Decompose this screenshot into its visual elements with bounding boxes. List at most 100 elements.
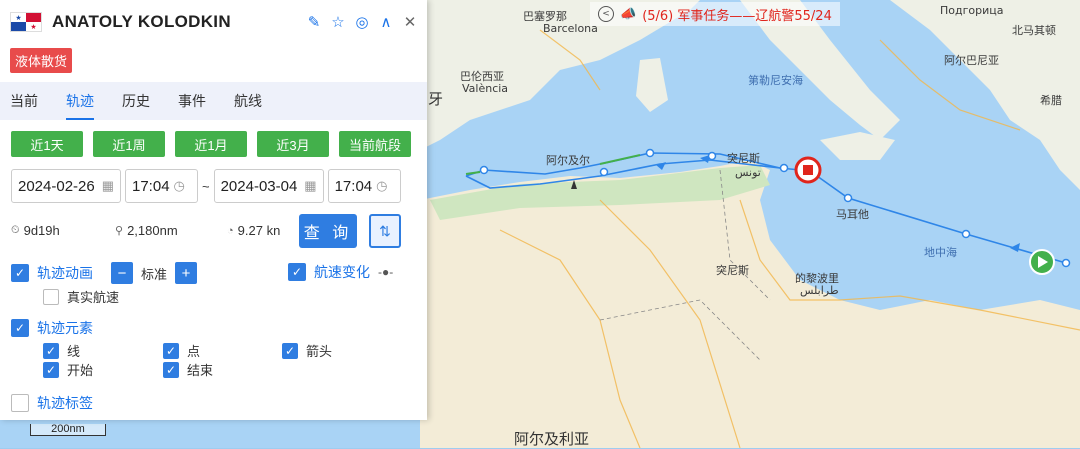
map-label-mediterranean: 地中海: [924, 246, 957, 259]
track-elements-checkbox[interactable]: ✓: [11, 319, 29, 337]
current-leg-button[interactable]: 当前航段: [339, 131, 411, 157]
real-speed-label: 真实航速: [67, 290, 120, 305]
element-arrow-label: 箭头: [306, 344, 333, 359]
track-end-marker: [794, 156, 822, 184]
collapse-icon[interactable]: ∧: [379, 13, 393, 31]
element-start-row: ✓ 开始: [43, 360, 93, 379]
element-end-row: ✓ 结束: [163, 360, 213, 379]
calendar-icon: ▦: [101, 178, 114, 193]
panama-flag-icon: ★ ★: [10, 12, 42, 32]
clock-icon: ◷: [376, 178, 388, 193]
element-end-checkbox[interactable]: ✓: [163, 361, 179, 378]
vessel-panel: ★ ★ ANATOLY KOLODKIN ✎ ☆ ◎ ∧ ✕ 液体散货 当前 轨迹…: [0, 0, 427, 420]
map-label-tunis: 突尼斯: [727, 152, 760, 165]
start-time-input[interactable]: 17:04 ◷: [125, 169, 198, 203]
map-label-tripoli-ar: طرابلس: [800, 284, 839, 297]
element-line-label: 线: [67, 344, 81, 359]
element-arrow-row: ✓ 箭头: [282, 341, 332, 360]
range-3-month-button[interactable]: 近3月: [257, 131, 329, 157]
tab-route[interactable]: 航线: [234, 82, 262, 120]
clock-icon: ◷: [173, 178, 185, 193]
map-label-greece: 希腊: [1040, 94, 1062, 107]
range-1-week-button[interactable]: 近1周: [93, 131, 165, 157]
speed-change-checkbox[interactable]: ✓: [288, 263, 306, 281]
element-line-checkbox[interactable]: ✓: [43, 342, 59, 359]
map-label-podgorica: Подгорица: [940, 4, 1004, 17]
start-time-value: 17:04: [132, 177, 170, 195]
end-date-value: 2024-03-04: [220, 177, 298, 195]
avg-speed-value: 9.27 kn: [237, 223, 281, 238]
speed-change-label: 航速变化: [314, 264, 370, 280]
track-animation-checkbox[interactable]: ✓: [11, 264, 29, 282]
cargo-type-badge: 液体散货: [10, 48, 73, 73]
map-scale-bar: 200nm: [30, 424, 106, 436]
speed-mode-value: 标准: [141, 266, 168, 282]
track-start-marker: [1029, 249, 1055, 275]
map-label-albania: 阿尔巴尼亚: [944, 54, 999, 67]
date-separator: ~: [202, 178, 210, 194]
track-elements-row: ✓ 轨迹元素: [11, 318, 93, 338]
track-stats: ⏲ 9d19h ⚲ 2,180nm ◔ 9.27 kn: [11, 223, 280, 238]
panel-tabs: 当前 轨迹 历史 事件 航线: [0, 82, 427, 120]
track-labels-label: 轨迹标签: [37, 395, 93, 411]
element-start-label: 开始: [67, 363, 94, 378]
element-point-label: 点: [187, 344, 201, 359]
map-label-algiers: 阿尔及尔: [546, 154, 590, 167]
route-planning-icon[interactable]: ⇅: [369, 214, 401, 248]
track-elements-label: 轨迹元素: [37, 320, 93, 336]
edit-icon[interactable]: ✎: [307, 13, 321, 31]
star-icon[interactable]: ☆: [331, 13, 345, 31]
element-end-label: 结束: [187, 363, 214, 378]
close-icon[interactable]: ✕: [403, 13, 417, 31]
duration-value: 9d19h: [23, 223, 60, 238]
element-point-row: ✓ 点: [163, 341, 200, 360]
megaphone-icon: 📣: [620, 6, 637, 22]
track-labels-checkbox[interactable]: [11, 394, 29, 412]
notice-text[interactable]: (5/6) 军事任务——辽航警55/24: [642, 5, 832, 24]
tab-track[interactable]: 轨迹: [66, 82, 94, 120]
map-label-algeria: 阿尔及利亚: [514, 430, 590, 448]
map-label-tyrrhenian: 第勒尼安海: [748, 74, 803, 87]
element-start-checkbox[interactable]: ✓: [43, 361, 59, 378]
notice-banner[interactable]: < 📣 (5/6) 军事任务——辽航警55/24: [590, 2, 840, 26]
speed-decrease-button[interactable]: −: [111, 262, 133, 284]
tab-events[interactable]: 事件: [178, 82, 206, 120]
range-1-month-button[interactable]: 近1月: [175, 131, 247, 157]
locate-icon[interactable]: ◎: [355, 13, 369, 31]
timer-icon: ⏲: [11, 224, 20, 236]
start-date-input[interactable]: 2024-02-26 ▦: [11, 169, 121, 203]
map-label-tunis-ar: تونس: [735, 166, 761, 179]
end-time-value: 17:04: [334, 177, 373, 195]
map-label-spain-fragment: 牙: [428, 90, 444, 108]
range-1-day-button[interactable]: 近1天: [11, 131, 83, 157]
map-label-tunisia: 突尼斯: [716, 264, 749, 277]
speed-increase-button[interactable]: +: [175, 262, 198, 284]
map-label-malta: 马耳他: [836, 208, 869, 221]
real-speed-row: 真实航速: [43, 287, 119, 306]
quick-range-buttons: 近1天 近1周 近1月 近3月 当前航段: [11, 131, 411, 157]
element-arrow-checkbox[interactable]: ✓: [282, 342, 298, 359]
end-date-input[interactable]: 2024-03-04 ▦: [213, 169, 324, 203]
speedometer-icon: ◔: [227, 224, 234, 237]
end-time-input[interactable]: 17:04 ◷: [327, 169, 401, 203]
distance-value: 2,180nm: [127, 223, 178, 238]
track-animation-row: ✓ 轨迹动画 − 标准 +: [11, 262, 198, 284]
prev-notice-icon[interactable]: <: [598, 6, 614, 22]
real-speed-checkbox[interactable]: [43, 288, 59, 305]
element-line-row: ✓ 线: [43, 341, 80, 360]
calendar-icon: ▦: [304, 178, 317, 193]
query-button[interactable]: 查 询: [299, 214, 357, 248]
track-labels-row: 轨迹标签: [11, 393, 93, 413]
vessel-name: ANATOLY KOLODKIN: [52, 12, 231, 31]
element-point-checkbox[interactable]: ✓: [163, 342, 179, 359]
track-animation-label: 轨迹动画: [37, 265, 93, 281]
map-label-north-macedonia: 北马其顿: [1012, 24, 1056, 37]
map-label-valencia: València: [462, 82, 509, 95]
start-date-value: 2024-02-26: [18, 177, 95, 195]
tab-current[interactable]: 当前: [10, 82, 38, 120]
date-range: 2024-02-26 ▦ 17:04 ◷ ~ 2024-03-04 ▦ 17:0…: [11, 169, 401, 203]
speed-legend-icon: -●-: [378, 265, 394, 279]
tab-history[interactable]: 历史: [122, 82, 150, 120]
distance-icon: ⚲: [115, 225, 124, 237]
speed-change-row: ✓ 航速变化 -●-: [288, 262, 393, 282]
